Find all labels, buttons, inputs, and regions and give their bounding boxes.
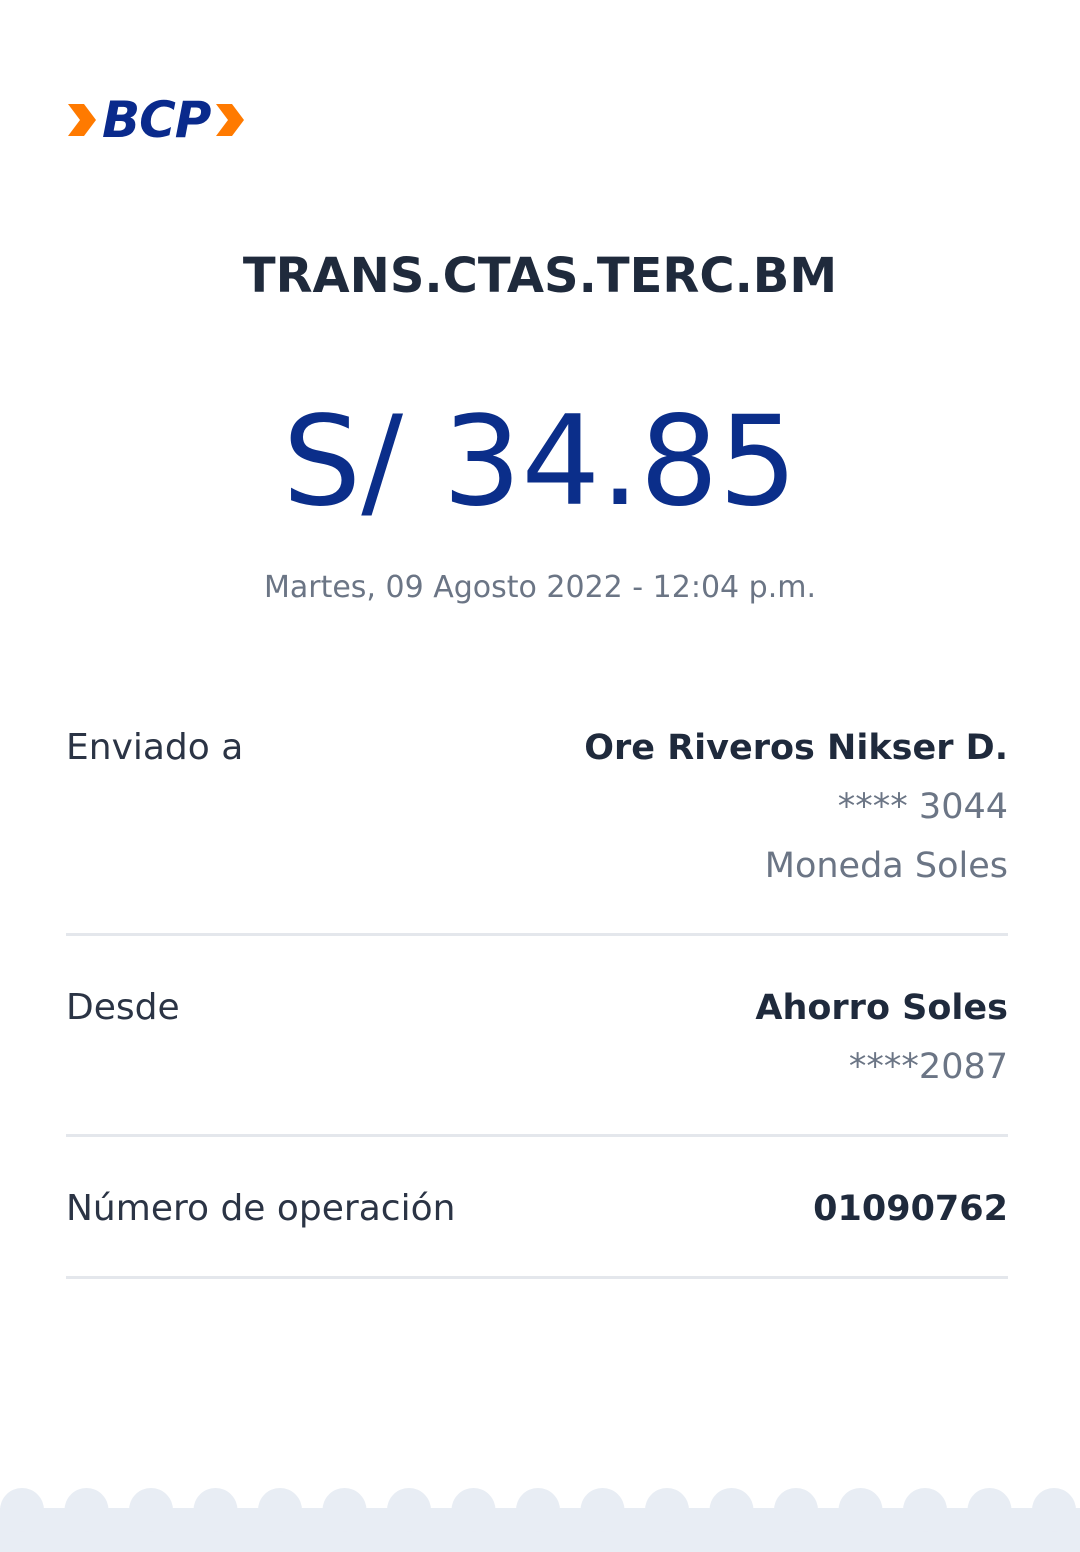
scallop	[451, 1488, 496, 1532]
transaction-datetime: Martes, 09 Agosto 2022 - 12:04 p.m.	[263, 570, 816, 605]
divider	[66, 933, 1008, 936]
recipient-currency: Moneda Soles	[764, 846, 1008, 886]
sent-to-row: Enviado a Ore Riveros Nikser D. **** 304…	[66, 726, 1008, 906]
scallop	[64, 1488, 109, 1532]
transaction-title: TRANS.CTAS.TERC.BM	[242, 248, 838, 304]
transaction-amount: S/ 34.85	[282, 390, 798, 534]
sent-to-label: Enviado a	[66, 727, 244, 768]
logo-left-chevron-icon	[68, 104, 96, 136]
logo-right-chevron-icon	[216, 104, 245, 136]
scallop	[580, 1488, 625, 1532]
scallop	[1032, 1488, 1076, 1532]
scallop	[322, 1488, 367, 1532]
source-account-number: ****2087	[848, 1047, 1008, 1087]
scallop	[967, 1488, 1012, 1532]
sent-to-values: Ore Riveros Nikser D. **** 3044 Moneda S…	[584, 726, 1008, 888]
scallop	[903, 1488, 947, 1532]
logo-text: BCP	[102, 91, 211, 149]
from-label: Desde	[66, 987, 180, 1028]
scallop	[258, 1488, 302, 1532]
scallop	[387, 1488, 431, 1532]
divider	[66, 1134, 1008, 1137]
divider	[66, 1276, 1008, 1279]
from-row: Desde Ahorro Soles ****2087	[66, 986, 1008, 1106]
operation-values: 01090762	[813, 1187, 1008, 1231]
operation-label: Número de operación	[66, 1188, 456, 1229]
scallop	[709, 1488, 754, 1532]
bcp-logo: BCP	[64, 92, 248, 148]
scallop	[0, 1488, 44, 1532]
scallop	[193, 1488, 238, 1532]
scalloped-footer	[0, 1488, 1080, 1552]
scallop	[516, 1488, 560, 1532]
receipt-page: BCP TRANS.CTAS.TERC.BM S/ 34.85 Martes, …	[0, 0, 1080, 1552]
scallop	[129, 1488, 173, 1532]
recipient-name: Ore Riveros Nikser D.	[584, 728, 1008, 768]
scallop	[774, 1488, 818, 1532]
operation-row: Número de operación 01090762	[66, 1187, 1008, 1247]
scallop	[645, 1488, 689, 1532]
scallop	[838, 1488, 883, 1532]
source-account-type: Ahorro Soles	[755, 988, 1008, 1028]
operation-number: 01090762	[813, 1189, 1008, 1229]
from-values: Ahorro Soles ****2087	[755, 986, 1008, 1089]
recipient-account: **** 3044	[837, 787, 1008, 827]
